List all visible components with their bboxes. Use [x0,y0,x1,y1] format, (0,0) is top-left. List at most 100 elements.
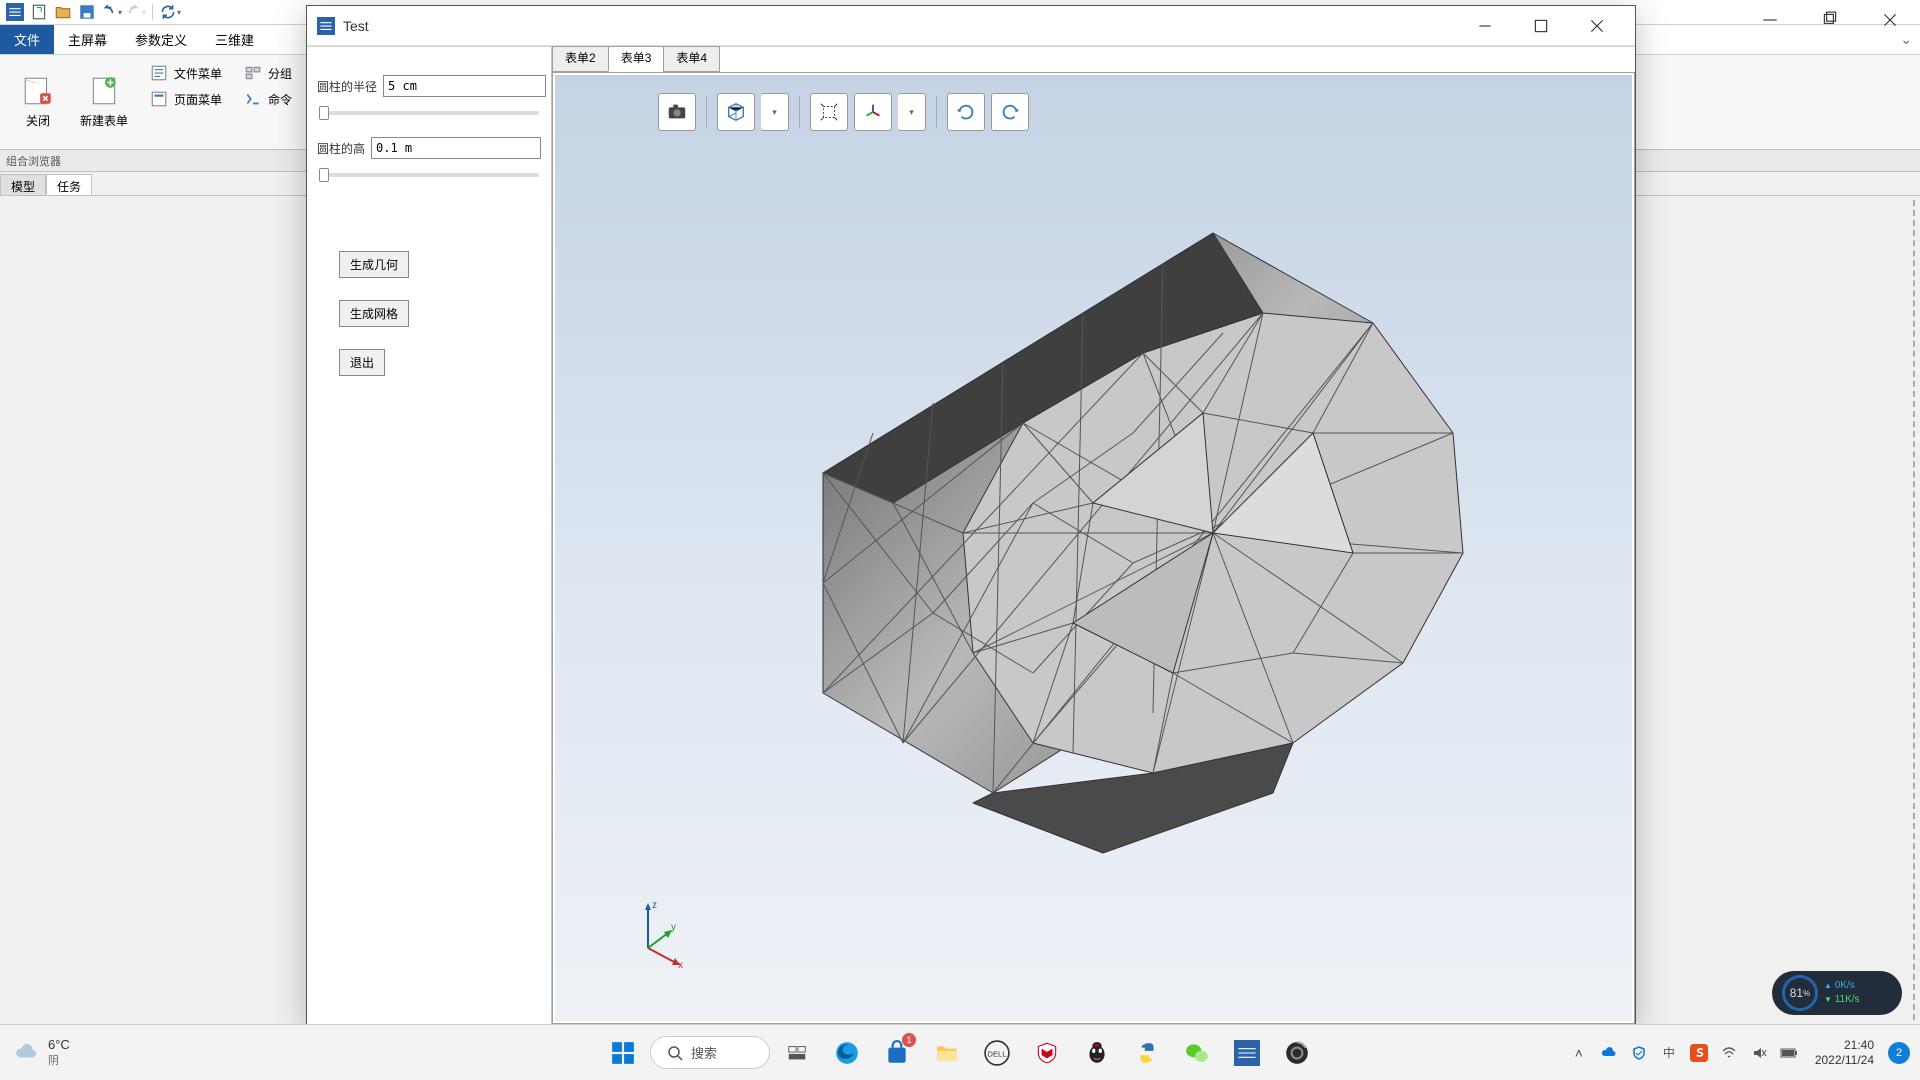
system-tray: ˄ 中 21:40 2022/11/24 2 [1567,1038,1920,1068]
view-cube-dropdown[interactable]: ▾ [761,93,789,131]
tray-time-text: 21:40 [1815,1038,1874,1053]
height-slider[interactable] [319,173,539,177]
sogou-tray-icon[interactable] [1687,1041,1711,1065]
open-icon[interactable] [52,1,74,23]
search-icon [667,1045,683,1061]
tray-expand-icon[interactable]: ˄ [1567,1041,1591,1065]
taskbar: 6°C 阴 搜索 1 DELL ˄ 中 [0,1024,1920,1080]
start-button[interactable] [600,1031,646,1075]
main-minimize-button[interactable] [1740,0,1800,40]
wechat-icon[interactable] [1174,1031,1220,1075]
new-form-label: 新建表单 [80,112,128,129]
model-tab[interactable]: 模型 [0,174,46,195]
axis-orientation-button[interactable] [854,93,892,131]
weather-cond: 阴 [48,1052,70,1068]
form-tab-4[interactable]: 表单4 [663,46,720,72]
net-up: 0K/s [1835,980,1855,991]
test-maximize-button[interactable] [1513,11,1569,41]
viewport-toolbar: ▾ ▾ [658,91,1029,133]
weather-widget[interactable]: 6°C 阴 [0,1037,70,1068]
tray-clock[interactable]: 21:40 2022/11/24 [1807,1038,1882,1068]
task-view-button[interactable] [774,1031,820,1075]
toolbar-divider [799,96,800,128]
taskbar-search[interactable]: 搜索 [650,1036,770,1069]
form-tab-2[interactable]: 表单2 [552,46,609,72]
cmd-label: 命令 [268,91,292,108]
axis-orientation-dropdown[interactable]: ▾ [898,93,926,131]
python-icon[interactable] [1124,1031,1170,1075]
zoom-extents-button[interactable] [810,93,848,131]
file-menu-label: 文件菜单 [174,65,222,82]
group-button[interactable]: 分组 [238,61,298,85]
refresh-icon[interactable]: ▾ [159,1,181,23]
ribbon-tab-home[interactable]: 主屏幕 [54,25,121,54]
app-icon [317,17,335,35]
main-window-controls [1740,0,1920,40]
cmd-button[interactable]: 命令 [238,87,298,111]
taskbar-center: 搜索 1 DELL [600,1031,1320,1075]
new-icon[interactable] [28,1,50,23]
weather-temp: 6°C [48,1037,70,1052]
toolbar-divider [706,96,707,128]
onedrive-tray-icon[interactable] [1597,1041,1621,1065]
radius-input[interactable] [383,75,546,97]
test-body: 表单2 表单3 表单4 圆柱的半径 圆柱的高 生成几何 生成网格 退出 [307,46,1635,1024]
mcafee-icon[interactable] [1024,1031,1070,1075]
file-menu-button[interactable]: 文件菜单 [144,61,228,85]
ribbon-tab-3d[interactable]: 三维建 [201,25,268,54]
redo-icon[interactable]: ▾ [124,1,146,23]
main-maximize-button[interactable] [1800,0,1860,40]
qat-divider [152,4,153,20]
obs-icon[interactable] [1274,1031,1320,1075]
rotate-cw-button[interactable] [991,93,1029,131]
test-minimize-button[interactable] [1457,11,1513,41]
page-menu-button[interactable]: 页面菜单 [144,87,228,111]
view-cube-button[interactable] [717,93,755,131]
tray-date-text: 2022/11/24 [1815,1053,1874,1068]
save-icon[interactable] [76,1,98,23]
wifi-tray-icon[interactable] [1717,1041,1741,1065]
svg-text:DELL: DELL [988,1049,1007,1058]
qq-icon[interactable] [1074,1031,1120,1075]
radius-slider-thumb[interactable] [319,106,329,120]
main-close-button[interactable] [1860,0,1920,40]
volume-tray-icon[interactable] [1747,1041,1771,1065]
group-label: 分组 [268,65,292,82]
generate-mesh-button[interactable]: 生成网格 [339,300,409,327]
height-slider-thumb[interactable] [319,168,329,182]
right-guide-line [1913,200,1915,1020]
radius-label: 圆柱的半径 [317,78,377,95]
ribbon-tab-file[interactable]: 文件 [0,25,54,54]
radius-slider[interactable] [319,111,539,115]
notification-badge[interactable]: 2 [1888,1042,1910,1064]
dell-app-icon[interactable]: DELL [974,1031,1020,1075]
viewport-3d[interactable]: ▾ ▾ [552,72,1635,1024]
test-titlebar[interactable]: Test [307,6,1635,46]
ime-tray-icon[interactable]: 中 [1657,1041,1681,1065]
height-input[interactable] [371,137,541,159]
edge-browser-icon[interactable] [824,1031,870,1075]
mesh-geometry [673,153,1493,913]
close-app-label: 关闭 [26,112,50,129]
new-form-button[interactable]: 新建表单 [74,61,134,141]
close-app-button[interactable]: 关闭 [8,61,68,141]
rotate-ccw-button[interactable] [947,93,985,131]
comsol-icon[interactable] [1224,1031,1270,1075]
toolbar-divider [936,96,937,128]
search-placeholder: 搜索 [691,1043,717,1062]
exit-button[interactable]: 退出 [339,349,385,376]
generate-geometry-button[interactable]: 生成几何 [339,251,409,278]
file-explorer-icon[interactable] [924,1031,970,1075]
battery-tray-icon[interactable] [1777,1041,1801,1065]
store-icon[interactable]: 1 [874,1031,920,1075]
system-monitor-widget[interactable]: 81% ▲ 0K/s ▼ 11K/s [1772,971,1902,1015]
test-close-button[interactable] [1569,11,1625,41]
ribbon-tab-params[interactable]: 参数定义 [121,25,201,54]
undo-icon[interactable]: ▾ [100,1,122,23]
app-icon[interactable] [4,1,26,23]
form-tab-3[interactable]: 表单3 [608,46,665,72]
camera-snapshot-button[interactable] [658,93,696,131]
security-tray-icon[interactable] [1627,1041,1651,1065]
cpu-percent-gauge: 81% [1782,975,1818,1011]
task-tab[interactable]: 任务 [46,174,92,195]
